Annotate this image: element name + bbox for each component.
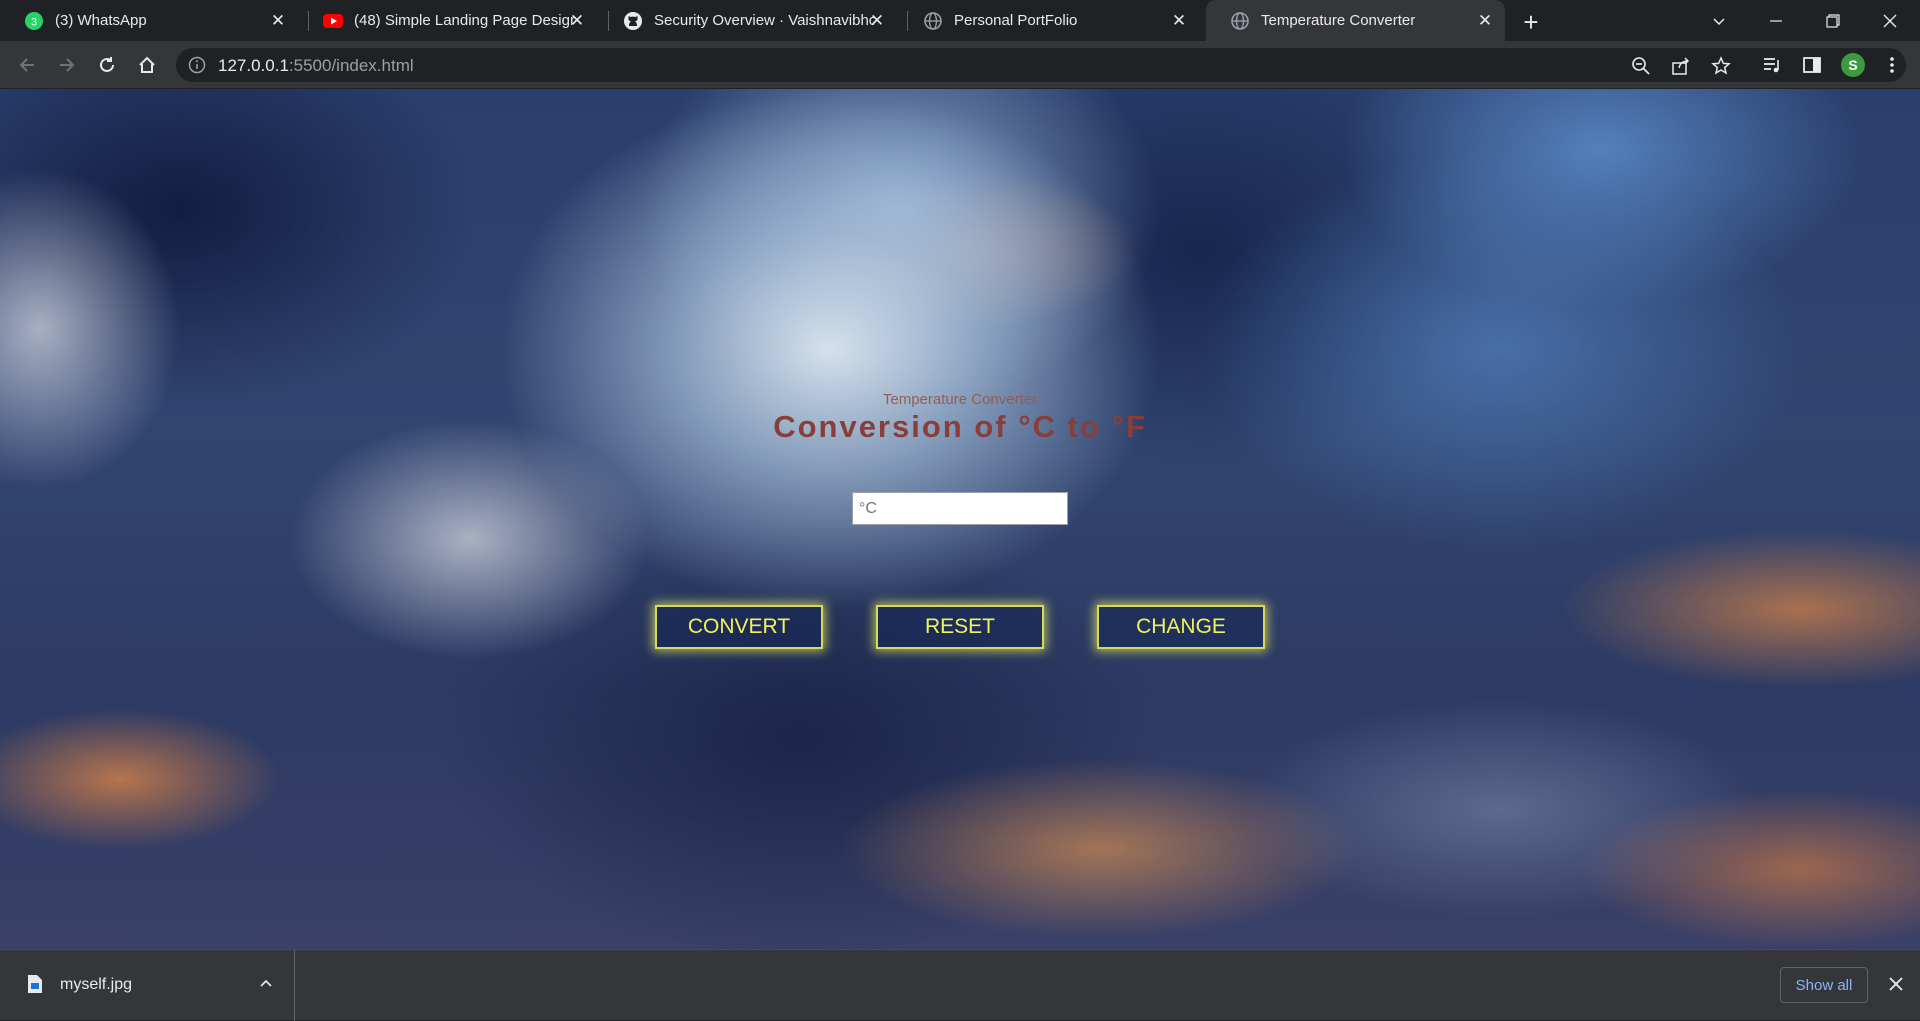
queue-music-icon [1764, 58, 1779, 73]
restore-icon [1826, 13, 1840, 28]
tab-strip: 3 (3) WhatsApp ✕ (48) Simple Landing Pag… [0, 0, 1920, 41]
close-icon[interactable]: ✕ [1475, 11, 1495, 31]
youtube-icon [323, 11, 343, 31]
url-host: 127.0.0.1 [218, 56, 289, 75]
close-window-button[interactable] [1862, 0, 1918, 41]
address-bar[interactable]: 127.0.0.1:5500/index.html [176, 48, 1906, 82]
tab-github[interactable]: Security Overview · Vaishnavibho ✕ [599, 0, 897, 41]
home-icon [139, 56, 155, 73]
share-icon[interactable] [1671, 56, 1691, 76]
page-subtitle: Temperature Converter [882, 391, 1038, 408]
arrow-left-icon [19, 58, 34, 72]
convert-button[interactable]: CONVERT [655, 605, 823, 649]
back-button[interactable] [12, 50, 42, 80]
bookmark-star-icon[interactable] [1711, 56, 1731, 76]
reset-button[interactable]: RESET [876, 605, 1044, 649]
download-item[interactable]: myself.jpg [0, 950, 295, 1021]
tab-title: Temperature Converter [1261, 12, 1416, 29]
download-shelf: myself.jpg Show all [0, 949, 1920, 1021]
celsius-input[interactable] [852, 492, 1068, 525]
new-tab-button[interactable]: + [1517, 7, 1545, 37]
menu-button[interactable] [1877, 50, 1907, 80]
globe-icon [1230, 11, 1250, 31]
side-panel-icon [1803, 57, 1821, 73]
close-icon [1889, 977, 1903, 991]
url-text[interactable]: 127.0.0.1:5500/index.html [218, 56, 414, 76]
media-controls-button[interactable] [1757, 50, 1787, 80]
reload-icon [100, 57, 114, 72]
tab-title: (48) Simple Landing Page Design [354, 12, 574, 29]
globe-icon [923, 11, 943, 31]
side-panel-button[interactable] [1797, 50, 1827, 80]
whatsapp-icon: 3 [24, 11, 44, 31]
tab-title: Security Overview · Vaishnavibho [654, 12, 874, 29]
tab-temperature-converter[interactable]: Temperature Converter ✕ [1206, 0, 1505, 41]
tab-whatsapp[interactable]: 3 (3) WhatsApp ✕ [0, 0, 298, 41]
arrow-right-icon [60, 58, 75, 72]
url-path: :5500/index.html [288, 56, 414, 75]
tab-title: (3) WhatsApp [55, 12, 147, 29]
svg-text:3: 3 [31, 16, 37, 28]
chevron-down-icon [1713, 17, 1725, 25]
close-icon[interactable]: ✕ [567, 11, 587, 31]
tab-title: Personal PortFolio [954, 12, 1078, 29]
image-file-icon [28, 975, 42, 993]
show-all-downloads-button[interactable]: Show all [1780, 967, 1868, 1003]
forward-button[interactable] [52, 50, 82, 80]
tab-search-button[interactable] [1691, 0, 1747, 41]
close-icon[interactable]: ✕ [867, 11, 887, 31]
close-shelf-button[interactable] [1884, 972, 1908, 996]
zoom-out-icon[interactable] [1631, 56, 1651, 76]
more-vert-icon [1890, 57, 1894, 73]
close-icon[interactable]: ✕ [268, 11, 288, 31]
chevron-up-icon [260, 979, 272, 987]
page-heading: Conversion of °C to °F [773, 409, 1147, 444]
profile-avatar[interactable]: S [1841, 53, 1865, 77]
info-icon[interactable] [188, 56, 206, 74]
tab-youtube[interactable]: (48) Simple Landing Page Design ✕ [299, 0, 597, 41]
change-button[interactable]: CHANGE [1097, 605, 1265, 649]
close-icon[interactable]: ✕ [1169, 11, 1189, 31]
close-icon [1883, 14, 1897, 27]
tab-portfolio[interactable]: Personal PortFolio ✕ [899, 0, 1199, 41]
download-options-button[interactable] [256, 974, 276, 994]
restore-button[interactable] [1805, 0, 1861, 41]
download-file-name: myself.jpg [60, 976, 133, 993]
cloud-background: Temperature Converter Conversion of °C t… [0, 89, 1920, 949]
reload-button[interactable] [92, 50, 122, 80]
home-button[interactable] [132, 50, 162, 80]
page-viewport: Temperature Converter Conversion of °C t… [0, 89, 1920, 949]
github-icon [623, 11, 643, 31]
minimize-icon [1770, 19, 1782, 22]
browser-toolbar: 127.0.0.1:5500/index.html S [0, 41, 1920, 89]
minimize-button[interactable] [1748, 0, 1804, 41]
